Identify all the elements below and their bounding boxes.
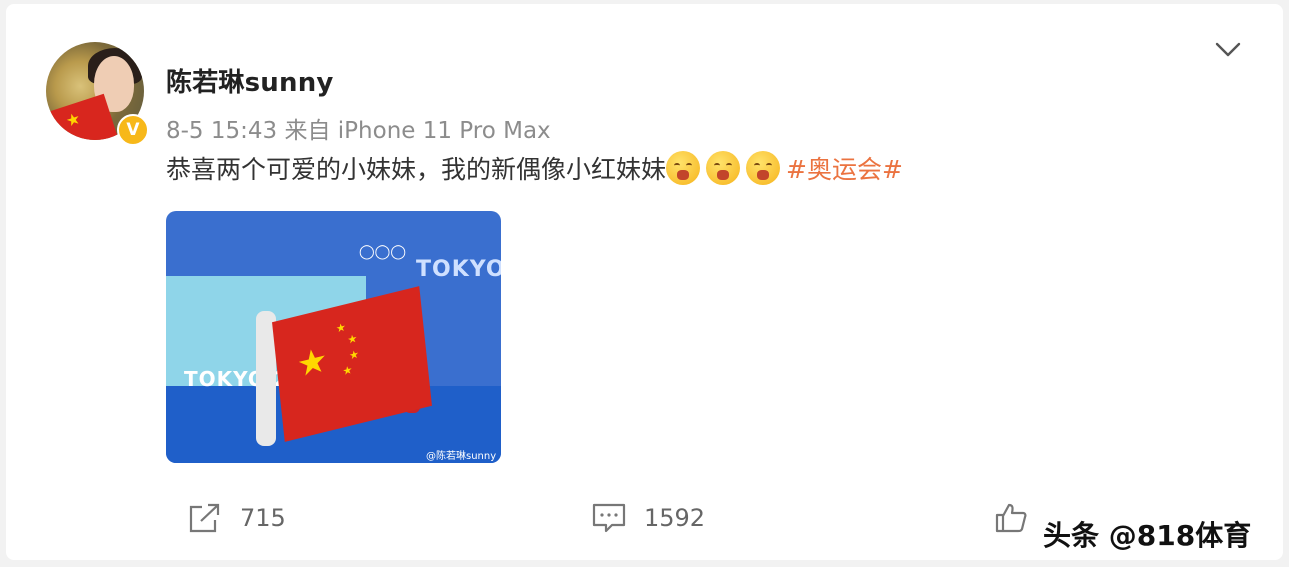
flag-big-star-icon: ★ bbox=[295, 339, 330, 387]
olympic-rings-icon: ◯◯◯ bbox=[359, 244, 407, 260]
repost-count: 715 bbox=[240, 504, 286, 532]
like-button[interactable] bbox=[994, 502, 1046, 534]
flag-small-star-icon: ★ bbox=[346, 331, 358, 347]
photo-watermark: @陈若琳sunny bbox=[426, 451, 497, 462]
post-text: 恭喜两个可爱的小妹妹，我的新偶像小红妹妹 bbox=[166, 155, 667, 184]
repost-button[interactable]: 715 bbox=[188, 502, 286, 534]
share-icon bbox=[189, 503, 220, 533]
comment-button[interactable]: 1592 bbox=[592, 502, 705, 534]
flag-small-star-icon: ★ bbox=[348, 347, 360, 363]
thumbs-up-icon bbox=[995, 503, 1027, 533]
flag-small-star-icon: ★ bbox=[341, 363, 354, 379]
pleading-face-icon bbox=[746, 151, 781, 185]
photo-sign-right: TOKYO bbox=[416, 257, 501, 282]
comment-icon bbox=[592, 503, 626, 533]
hashtag-link[interactable]: #奥运会# bbox=[786, 150, 903, 186]
pleading-face-icon bbox=[666, 151, 701, 185]
post-meta: 8-5 15:43 来自 iPhone 11 Pro Max bbox=[166, 118, 551, 144]
comment-count: 1592 bbox=[644, 504, 706, 532]
username[interactable]: 陈若琳sunny bbox=[166, 62, 334, 99]
verified-badge: V bbox=[117, 114, 149, 146]
post-photo[interactable]: ◯◯◯ TOKYO TOKYO 2020 ★ ★ ★ ★ ★ @陈若琳sunny bbox=[166, 211, 501, 463]
flag-small-star-icon: ★ bbox=[335, 320, 347, 336]
toutiao-watermark: 头条 @818体育 bbox=[1043, 519, 1252, 552]
chevron-down-icon[interactable] bbox=[1213, 38, 1243, 62]
post-content: 恭喜两个可爱的小妹妹，我的新偶像小红妹妹 #奥运会# bbox=[166, 150, 903, 186]
pleading-face-icon bbox=[706, 151, 741, 185]
